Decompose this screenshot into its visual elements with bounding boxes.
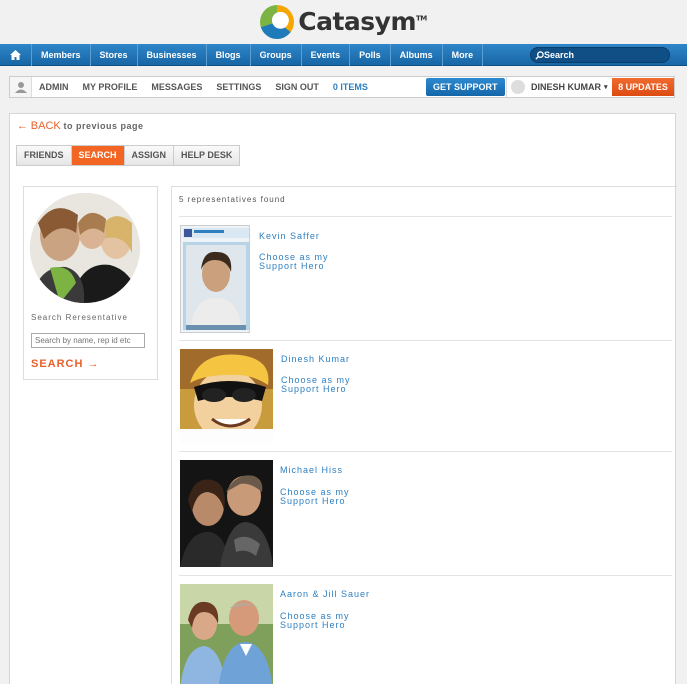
home-icon[interactable]: [0, 43, 32, 66]
rep-name[interactable]: Aaron & Jill Sauer: [280, 589, 370, 599]
nav-members[interactable]: Members: [32, 43, 91, 66]
main-nav: Members Stores Businesses Blogs Groups E…: [0, 43, 687, 66]
user-toolbar: ADMIN MY PROFILE MESSAGES SETTINGS SIGN …: [9, 76, 675, 98]
rep-result: Michael Hiss Choose as my Support Hero: [179, 451, 672, 575]
search-panel: Search Reresentative SEARCH →: [23, 186, 158, 380]
cart-items-link[interactable]: 0 ITEMS: [326, 82, 375, 92]
results-count: 5 representatives found: [179, 195, 286, 204]
nav-albums[interactable]: Albums: [391, 43, 443, 66]
tab-friends[interactable]: FRIENDS: [17, 146, 72, 165]
back-label: BACK: [30, 120, 61, 132]
rep-photo[interactable]: [180, 460, 273, 567]
nav-groups[interactable]: Groups: [251, 43, 302, 66]
nav-events[interactable]: Events: [302, 43, 351, 66]
rep-photo[interactable]: [180, 225, 250, 333]
rep-name[interactable]: Michael Hiss: [280, 465, 343, 475]
chevron-down-icon: ▾: [604, 84, 608, 91]
brand-name: CatasymTM: [298, 7, 427, 36]
nav-blogs[interactable]: Blogs: [207, 43, 251, 66]
back-link[interactable]: ← BACK to previous page: [17, 120, 144, 132]
nav-search-input[interactable]: [544, 50, 664, 60]
search-icon: [535, 50, 544, 60]
rep-search-input[interactable]: [31, 333, 145, 348]
messages-link[interactable]: MESSAGES: [144, 82, 209, 92]
nav-polls[interactable]: Polls: [350, 43, 391, 66]
logo-icon: [260, 4, 295, 39]
user-menu[interactable]: DINESH KUMAR ▾: [506, 77, 612, 97]
tab-help-desk[interactable]: HELP DESK: [174, 146, 240, 165]
rep-result: Aaron & Jill Sauer Choose as my Support H…: [179, 575, 672, 684]
support-team-image: [30, 193, 140, 303]
get-support-button[interactable]: GET SUPPORT: [426, 78, 505, 96]
rep-photo[interactable]: [180, 584, 273, 684]
rep-result: Kevin Saffer Choose as my Support Hero: [179, 216, 672, 340]
admin-link[interactable]: ADMIN: [32, 82, 76, 92]
search-button[interactable]: SEARCH →: [31, 358, 100, 370]
sign-out-link[interactable]: SIGN OUT: [268, 82, 326, 92]
rep-name[interactable]: Dinesh Kumar: [281, 354, 350, 364]
nav-more[interactable]: More: [443, 43, 484, 66]
user-name: DINESH KUMAR: [531, 82, 602, 92]
nav-search-box: [530, 47, 670, 63]
tab-assign[interactable]: ASSIGN: [124, 146, 175, 165]
nav-businesses[interactable]: Businesses: [138, 43, 207, 66]
updates-button[interactable]: 8 UPDATES: [612, 78, 674, 96]
rep-photo[interactable]: [180, 349, 273, 443]
results-panel: 5 representatives found Kevin Saffer Cho…: [171, 186, 677, 684]
settings-link[interactable]: SETTINGS: [209, 82, 268, 92]
back-arrow-icon: ←: [17, 120, 28, 132]
back-description: to previous page: [63, 121, 144, 131]
user-avatar: [511, 80, 525, 94]
search-rep-label: Search Reresentative: [31, 313, 128, 322]
rep-result: Dinesh Kumar Choose as my Support Hero: [179, 340, 672, 451]
choose-support-hero-link[interactable]: Choose as my Support Hero: [259, 253, 329, 271]
rep-name[interactable]: Kevin Saffer: [259, 231, 320, 241]
content-panel: ← BACK to previous page FRIENDS SEARCH A…: [9, 113, 677, 684]
logo[interactable]: CatasymTM: [0, 0, 687, 43]
nav-stores[interactable]: Stores: [91, 43, 138, 66]
user-icon[interactable]: [10, 77, 32, 97]
choose-support-hero-link[interactable]: Choose as my Support Hero: [280, 488, 350, 506]
choose-support-hero-link[interactable]: Choose as my Support Hero: [280, 612, 350, 630]
my-profile-link[interactable]: MY PROFILE: [76, 82, 145, 92]
tab-search[interactable]: SEARCH: [71, 146, 125, 165]
choose-support-hero-link[interactable]: Choose as my Support Hero: [281, 376, 351, 394]
tab-bar: FRIENDS SEARCH ASSIGN HELP DESK: [16, 145, 241, 166]
